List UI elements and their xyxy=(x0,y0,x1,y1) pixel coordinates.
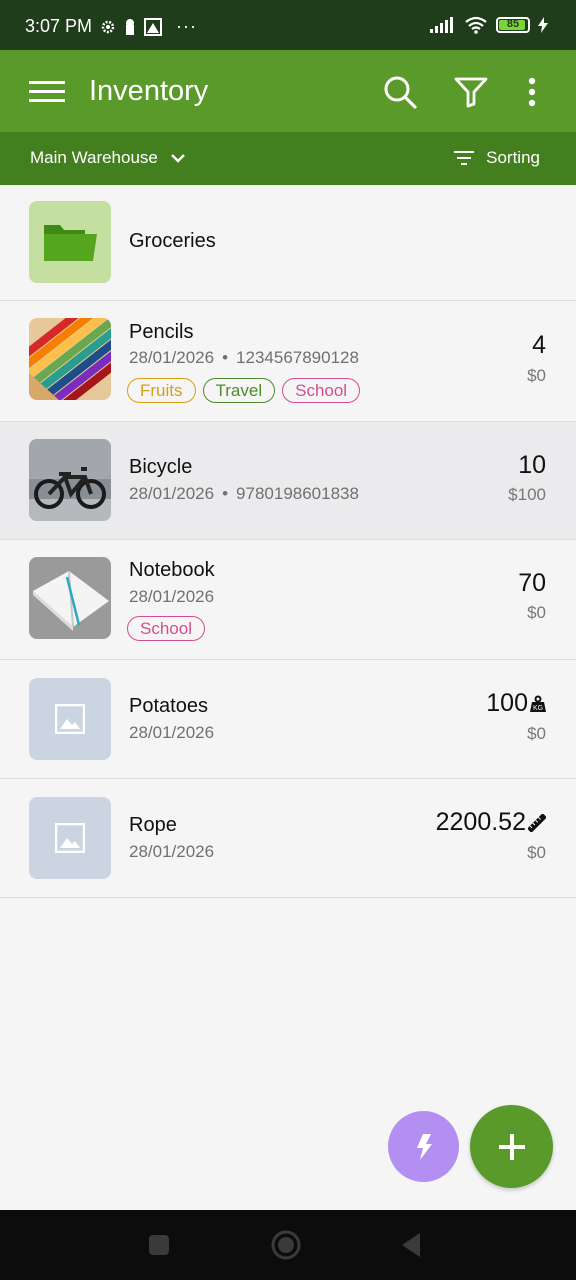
separator-dot: • xyxy=(222,348,229,367)
quantity-value: 100 xyxy=(486,689,528,717)
status-bar: 3:07 PM ··· 85 xyxy=(0,0,576,50)
more-notifications-icon: ··· xyxy=(176,16,198,36)
lightning-bolt-icon xyxy=(416,1133,432,1160)
item-price: $0 xyxy=(527,366,546,385)
warehouse-selector[interactable]: Main Warehouse xyxy=(30,148,186,168)
list-item[interactable]: Rope 28/01/2026 2200.52 $0 xyxy=(0,779,576,898)
list-item[interactable]: Bicycle 28/01/2026 • 9780198601838 10 $100 xyxy=(0,422,576,540)
folder-icon xyxy=(44,225,97,261)
list-item[interactable]: Potatoes 28/01/2026 100 KG $0 xyxy=(0,660,576,779)
item-meta: 28/01/2026 xyxy=(129,587,214,607)
add-item-button[interactable] xyxy=(470,1105,553,1188)
quick-action-button[interactable] xyxy=(388,1111,459,1182)
item-price: $0 xyxy=(527,603,546,622)
item-tags: Fruits Travel School xyxy=(127,378,361,403)
quantity-value: 2200.52 xyxy=(435,808,526,836)
list-item[interactable]: Pencils 28/01/2026 • 1234567890128 Fruits … xyxy=(0,301,576,422)
item-meta: 28/01/2026 • 1234567890128 xyxy=(129,348,359,368)
item-barcode: 1234567890128 xyxy=(236,348,359,367)
item-price: $0 xyxy=(527,724,546,743)
quantity-value: 10 xyxy=(518,451,546,479)
photo-icon xyxy=(144,17,163,36)
app-bar: Inventory xyxy=(0,50,576,132)
list-item-folder[interactable]: Groceries xyxy=(0,185,576,301)
item-date: 28/01/2026 xyxy=(129,842,215,861)
image-placeholder-icon xyxy=(55,704,85,734)
status-time: 3:07 PM xyxy=(25,16,93,36)
item-quantity: 10 xyxy=(518,451,546,480)
svg-text:KG: KG xyxy=(533,705,543,712)
inventory-list: Groceries Pencils 28/01/2026 • 123456789… xyxy=(0,185,576,898)
image-placeholder-icon xyxy=(55,823,85,853)
item-meta: 28/01/2026 xyxy=(129,842,214,862)
item-meta: 28/01/2026 xyxy=(129,723,214,743)
tag-school: School xyxy=(127,616,205,641)
search-icon xyxy=(384,76,417,109)
item-thumbnail xyxy=(29,557,111,639)
more-options-button[interactable] xyxy=(516,72,548,112)
item-price: $0 xyxy=(527,843,546,862)
back-icon[interactable] xyxy=(400,1232,422,1258)
settings-gear-icon xyxy=(101,20,115,33)
item-date: 28/01/2026 xyxy=(129,484,215,503)
weight-icon: KG xyxy=(530,695,546,712)
item-tags: School xyxy=(127,616,205,641)
item-name: Bicycle xyxy=(129,456,193,478)
warehouse-name: Main Warehouse xyxy=(30,148,158,167)
plus-icon xyxy=(498,1133,525,1160)
home-icon[interactable] xyxy=(271,1230,301,1260)
item-quantity: 100 KG xyxy=(486,689,546,718)
keyhole-icon xyxy=(126,18,135,35)
item-price: $100 xyxy=(508,485,546,504)
item-barcode: 9780198601838 xyxy=(236,484,359,503)
item-name: Pencils xyxy=(129,321,194,343)
list-item[interactable]: Notebook 28/01/2026 School 70 $0 xyxy=(0,540,576,660)
item-thumbnail xyxy=(29,318,111,400)
sorting-button[interactable]: Sorting xyxy=(454,148,540,168)
charging-icon xyxy=(538,17,548,33)
item-thumbnail xyxy=(29,439,111,521)
item-quantity: 2200.52 xyxy=(436,808,546,837)
item-meta: 28/01/2026 • 9780198601838 xyxy=(129,484,359,504)
signal-icon xyxy=(430,17,453,33)
tag-fruits: Fruits xyxy=(127,378,196,403)
item-thumbnail-placeholder xyxy=(29,678,111,760)
item-thumbnail-placeholder xyxy=(29,797,111,879)
sorting-label: Sorting xyxy=(486,148,540,167)
item-name: Notebook xyxy=(129,559,215,581)
menu-button[interactable] xyxy=(25,74,69,110)
item-name: Groceries xyxy=(129,230,216,252)
item-quantity: 4 xyxy=(532,331,546,360)
filter-button[interactable] xyxy=(449,70,493,114)
tag-travel: Travel xyxy=(202,378,276,403)
page-title: Inventory xyxy=(89,75,209,107)
separator-dot: • xyxy=(222,484,229,503)
item-date: 28/01/2026 xyxy=(129,723,215,742)
hamburger-icon xyxy=(29,81,65,102)
item-name: Rope xyxy=(129,814,177,836)
bicycle-image xyxy=(29,439,111,521)
chevron-down-icon xyxy=(171,154,185,163)
item-date: 28/01/2026 xyxy=(129,587,215,606)
folder-thumbnail xyxy=(29,201,111,283)
more-vert-icon xyxy=(528,77,536,107)
recents-icon[interactable] xyxy=(148,1234,170,1256)
item-quantity: 70 xyxy=(518,569,546,598)
filter-icon xyxy=(454,77,488,108)
sort-icon xyxy=(454,151,475,165)
item-date: 28/01/2026 xyxy=(129,348,215,367)
ruler-icon xyxy=(528,813,546,832)
battery-icon: 85 xyxy=(496,17,530,33)
tag-school: School xyxy=(282,378,361,403)
sub-bar: Main Warehouse Sorting xyxy=(0,132,576,185)
pencils-image xyxy=(29,318,111,400)
wifi-icon xyxy=(465,16,487,34)
battery-level: 85 xyxy=(506,18,520,30)
notebook-image xyxy=(29,557,111,639)
quantity-value: 4 xyxy=(532,331,546,359)
system-navigation-bar xyxy=(0,1210,576,1280)
search-button[interactable] xyxy=(378,70,422,114)
item-name: Potatoes xyxy=(129,695,208,717)
quantity-value: 70 xyxy=(518,569,546,597)
